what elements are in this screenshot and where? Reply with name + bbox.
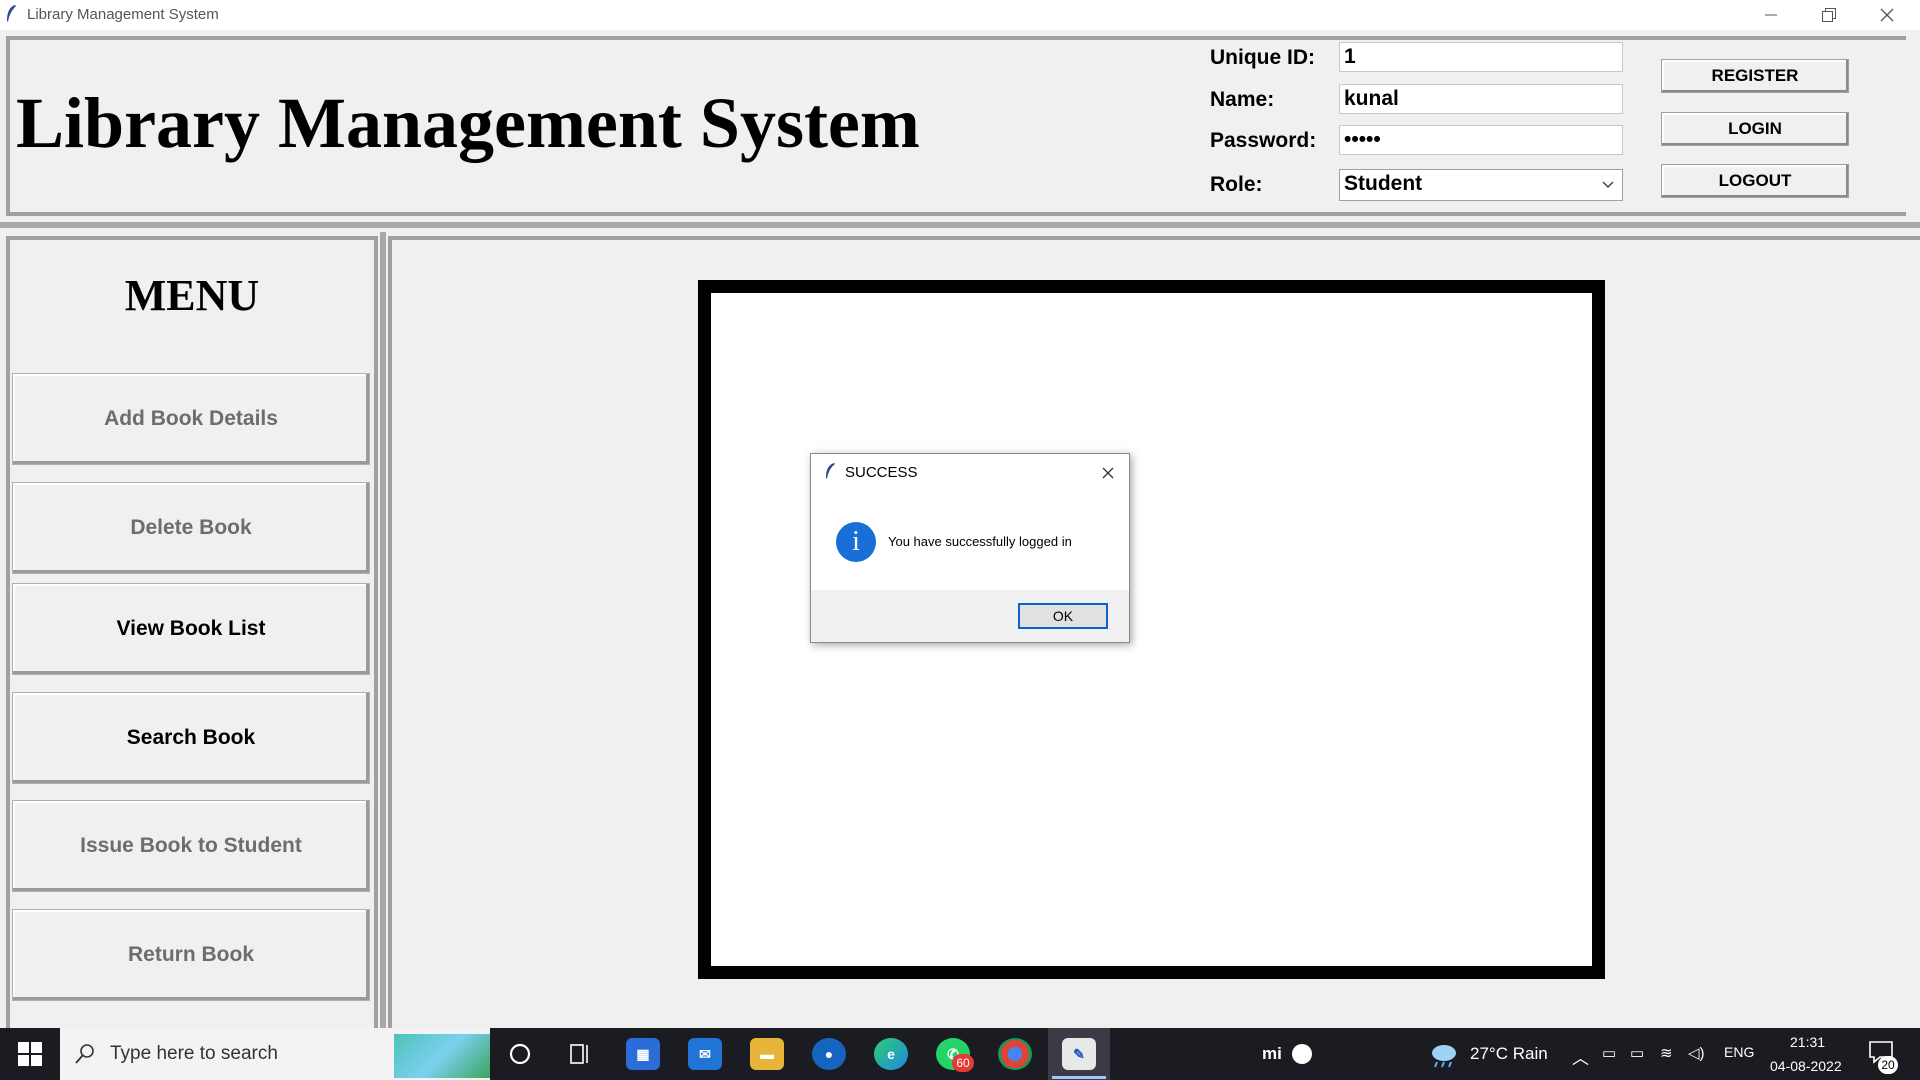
ok-button[interactable]: OK — [1018, 603, 1108, 629]
unique-id-label: Unique ID: — [1210, 46, 1315, 69]
clock-time[interactable]: 21:31 — [1790, 1034, 1825, 1050]
task-view-button[interactable] — [568, 1042, 592, 1066]
unique-id-input[interactable]: 1 — [1339, 42, 1623, 72]
feather-icon — [7, 5, 16, 22]
wifi-icon[interactable]: ≋ — [1660, 1044, 1673, 1062]
horizontal-divider — [0, 222, 1920, 228]
dialog-message: You have successfully logged in — [888, 534, 1072, 549]
windows-logo-icon — [18, 1042, 42, 1066]
search-highlight-image — [394, 1034, 490, 1078]
name-label: Name: — [1210, 88, 1275, 111]
add-book-details-button[interactable]: Add Book Details — [12, 373, 370, 465]
chrome-icon[interactable] — [998, 1038, 1032, 1070]
role-select[interactable]: Student — [1339, 169, 1623, 201]
close-icon — [1102, 467, 1114, 479]
task-view-icon — [570, 1044, 588, 1064]
sync-icon[interactable] — [1292, 1044, 1312, 1064]
dialog-close-button[interactable] — [1097, 462, 1119, 484]
restore-button[interactable] — [1800, 0, 1858, 30]
file-explorer-icon[interactable]: ▬ — [750, 1038, 784, 1070]
mail-icon[interactable]: ✉ — [688, 1038, 722, 1070]
people-app-icon[interactable]: ● — [812, 1038, 846, 1070]
meet-now-icon[interactable]: ▭ — [1602, 1044, 1616, 1062]
password-label: Password: — [1210, 129, 1317, 152]
window-title-bar: Library Management System — [0, 0, 1920, 30]
store-icon[interactable]: ▦ — [626, 1038, 660, 1070]
app-title: Library Management System — [16, 83, 920, 163]
role-selected-value: Student — [1344, 172, 1423, 195]
tray-chevron-up-icon[interactable]: ︿ — [1572, 1044, 1589, 1069]
cortana-circle-icon — [509, 1043, 531, 1065]
chevron-down-icon — [1602, 181, 1614, 188]
clock-date[interactable]: 04-08-2022 — [1770, 1058, 1842, 1074]
feather-icon — [826, 463, 835, 479]
menu-title: MENU — [124, 271, 260, 320]
return-book-button[interactable]: Return Book — [12, 909, 370, 1001]
mi-label: mi — [1262, 1044, 1282, 1063]
search-book-button[interactable]: Search Book — [12, 692, 370, 784]
search-icon — [75, 1044, 94, 1064]
search-placeholder: Type here to search — [110, 1043, 278, 1064]
start-button[interactable] — [18, 1042, 42, 1066]
edge-browser-icon[interactable]: e — [874, 1038, 908, 1070]
issue-book-button[interactable]: Issue Book to Student — [12, 800, 370, 892]
password-input[interactable]: ••••• — [1339, 125, 1623, 155]
view-book-list-button[interactable]: View Book List — [12, 583, 370, 675]
whatsapp-badge: 60 — [952, 1054, 974, 1072]
cortana-button[interactable] — [508, 1042, 532, 1066]
close-icon — [1880, 8, 1894, 22]
active-app-indicator — [1052, 1076, 1106, 1079]
minimize-icon — [1765, 14, 1777, 16]
weather-text[interactable]: 27°C Rain — [1470, 1044, 1548, 1064]
window-title: Library Management System — [27, 6, 219, 23]
volume-icon[interactable]: ◁) — [1688, 1044, 1705, 1062]
rain-cloud-icon — [1432, 1045, 1456, 1068]
role-label: Role: — [1210, 173, 1263, 196]
info-icon: i — [836, 522, 876, 562]
dialog-title: SUCCESS — [845, 464, 918, 481]
restore-icon — [1822, 8, 1836, 22]
notification-count-badge: 20 — [1878, 1056, 1898, 1074]
vertical-divider — [380, 232, 386, 1028]
login-button[interactable]: LOGIN — [1661, 112, 1849, 146]
delete-book-button[interactable]: Delete Book — [12, 482, 370, 574]
minimize-button[interactable] — [1742, 0, 1800, 30]
language-indicator[interactable]: ENG — [1724, 1044, 1754, 1060]
battery-icon[interactable]: ▭ — [1630, 1044, 1644, 1062]
name-input[interactable]: kunal — [1339, 84, 1623, 114]
logout-button[interactable]: LOGOUT — [1661, 164, 1849, 198]
python-app-icon[interactable]: ✎ — [1062, 1038, 1096, 1070]
register-button[interactable]: REGISTER — [1661, 59, 1849, 93]
close-window-button[interactable] — [1858, 0, 1916, 30]
